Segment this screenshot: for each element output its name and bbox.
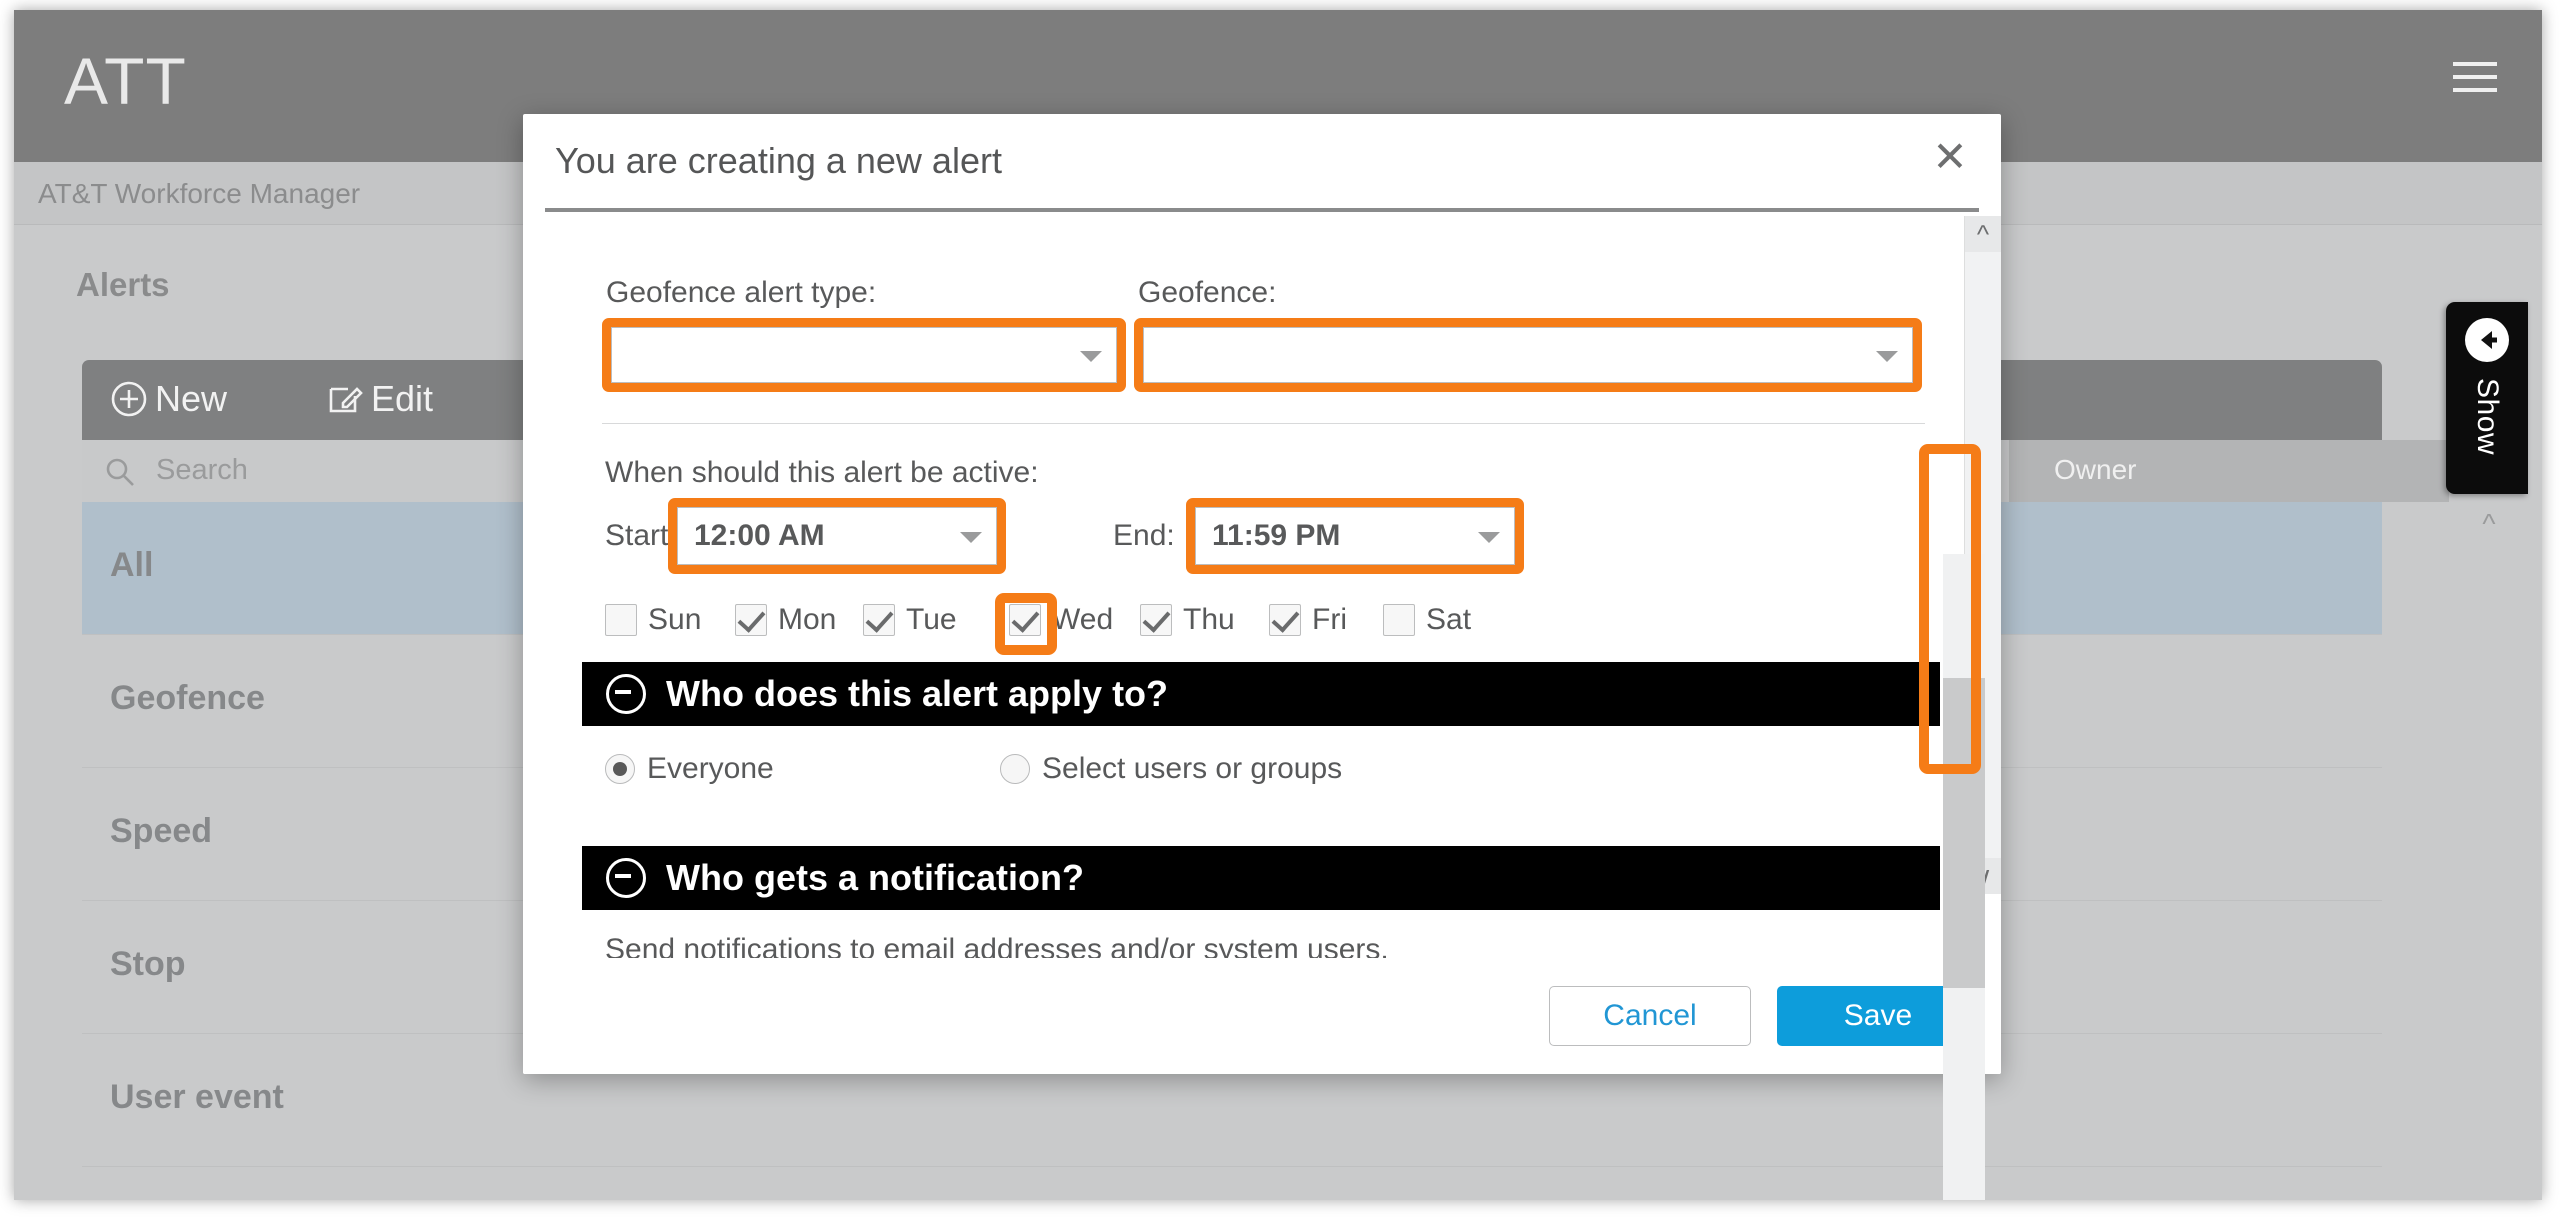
geofence-alert-type-label: Geofence alert type: <box>606 276 877 309</box>
cancel-button[interactable]: Cancel <box>1549 986 1751 1046</box>
dialog-title: You are creating a new alert <box>555 140 1002 181</box>
end-time-highlight <box>1186 498 1524 574</box>
edit-button-label: Edit <box>371 378 434 419</box>
radio-label: Everyone <box>647 752 774 785</box>
app-subtitle: AT&T Workforce Manager <box>38 178 361 209</box>
day-checkbox-sat[interactable]: Sat <box>1383 603 1471 637</box>
new-button[interactable]: New <box>110 378 227 420</box>
collapse-minus-icon[interactable] <box>606 674 646 714</box>
dialog-footer: Cancel Save <box>523 958 2001 1074</box>
geofence-highlight <box>1134 318 1922 392</box>
dialog-body: Geofence alert type: Geofence: When shou… <box>545 216 1979 1074</box>
edit-button[interactable]: Edit <box>326 378 433 420</box>
new-button-label: New <box>155 378 228 419</box>
day-label: Thu <box>1183 603 1235 636</box>
brand-logo: ATT <box>64 44 187 118</box>
owner-column-label: Owner <box>2054 454 2137 485</box>
list-item-label: All <box>110 546 154 584</box>
checkbox-mon-box[interactable] <box>735 604 767 636</box>
wed-checkbox-highlight <box>995 593 1057 655</box>
form-divider <box>602 423 1925 424</box>
radio-select-users[interactable]: Select users or groups <box>1000 752 1342 786</box>
day-checkbox-tue[interactable]: Tue <box>863 603 957 637</box>
notification-section-title: Who gets a notification? <box>666 857 1084 898</box>
notification-section-header[interactable]: Who gets a notification? <box>582 846 1940 910</box>
new-alert-dialog: You are creating a new alert ✕ Geofence … <box>523 114 2001 1074</box>
dialog-scroll-up-arrow[interactable]: ^ <box>1965 216 2001 252</box>
day-checkbox-thu[interactable]: Thu <box>1140 603 1235 637</box>
radio-select-users-dot[interactable] <box>1000 754 1030 784</box>
pencil-edit-icon <box>326 380 364 418</box>
end-label: End: <box>1113 519 1175 552</box>
hamburger-icon[interactable] <box>2453 62 2497 92</box>
geofence-alert-type-highlight <box>602 318 1126 392</box>
apply-to-section-header[interactable]: Who does this alert apply to? <box>582 662 1940 726</box>
page-title: Alerts <box>76 266 170 303</box>
when-active-label: When should this alert be active: <box>605 456 1039 489</box>
days-of-week-row: Sun Mon Tue Wed Thu Fri Sat <box>582 591 1922 661</box>
time-range-row: Start: 12:00 AM End: 11:59 PM <box>582 498 1922 581</box>
geofence-row: Geofence alert type: Geofence: <box>602 276 1942 406</box>
checkbox-sat-box[interactable] <box>1383 604 1415 636</box>
apply-to-options: Everyone Select users or groups <box>582 726 1922 822</box>
day-label: Tue <box>906 603 957 636</box>
day-label: Wed <box>1052 603 1114 636</box>
show-drawer-tab[interactable]: Show <box>2446 302 2528 494</box>
show-drawer-label: Show <box>2471 378 2504 456</box>
owner-column-header[interactable]: Owner <box>2009 440 2449 502</box>
start-label: Start: <box>605 519 677 552</box>
screenshot-root: ATT AT&T Workforce Manager Alerts New Ed… <box>0 0 2560 1229</box>
day-checkbox-sun[interactable]: Sun <box>605 603 701 637</box>
geofence-label: Geofence: <box>1138 276 1277 309</box>
day-label: Sun <box>648 603 702 636</box>
checkbox-fri-box[interactable] <box>1269 604 1301 636</box>
checkbox-sun-box[interactable] <box>605 604 637 636</box>
day-checkbox-mon[interactable]: Mon <box>735 603 836 637</box>
collapse-minus-icon[interactable] <box>606 858 646 898</box>
search-input-placeholder[interactable]: Search <box>156 454 248 487</box>
checkbox-thu-box[interactable] <box>1140 604 1172 636</box>
scrollbar-highlight-box <box>1919 444 1981 774</box>
close-icon[interactable]: ✕ <box>1927 136 1973 182</box>
list-item-label: Speed <box>110 812 213 850</box>
grid-scroll-up-arrow[interactable]: ^ <box>2472 508 2506 548</box>
plus-circle-icon <box>110 380 148 418</box>
radio-label: Select users or groups <box>1042 752 1343 785</box>
radio-everyone-dot[interactable] <box>605 754 635 784</box>
day-label: Sat <box>1426 603 1472 636</box>
checkbox-tue-box[interactable] <box>863 604 895 636</box>
radio-everyone[interactable]: Everyone <box>605 752 774 786</box>
start-time-highlight <box>668 498 1006 574</box>
search-icon <box>104 456 136 493</box>
dialog-header: You are creating a new alert ✕ <box>523 114 2001 206</box>
list-item-label: Stop <box>110 945 186 983</box>
day-checkbox-fri[interactable]: Fri <box>1269 603 1347 637</box>
day-label: Fri <box>1312 603 1347 636</box>
list-item-label: Geofence <box>110 679 265 717</box>
dialog-header-divider <box>545 208 1979 212</box>
arrow-left-circle-icon <box>2465 318 2509 362</box>
day-label: Mon <box>778 603 837 636</box>
list-item-label: User event <box>110 1078 284 1116</box>
apply-to-section-title: Who does this alert apply to? <box>666 673 1169 714</box>
